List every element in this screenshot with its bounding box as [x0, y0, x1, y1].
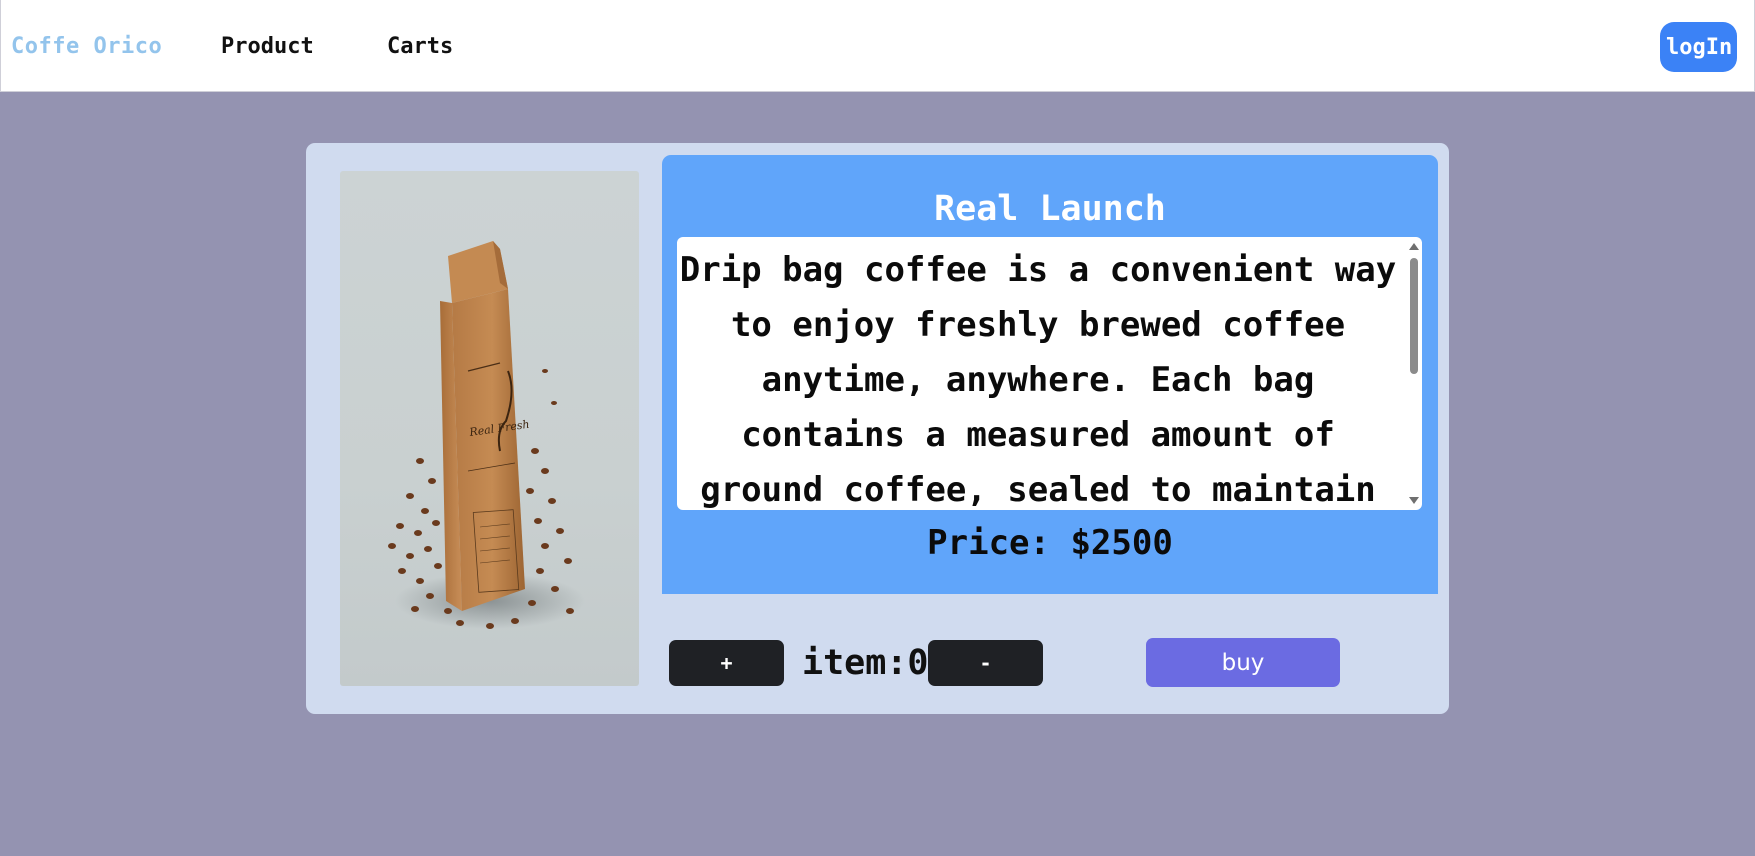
coffee-bag-illustration: Real Fresh [388, 241, 585, 629]
increase-quantity-button[interactable]: + [669, 640, 784, 686]
product-title: Real Launch [934, 189, 1166, 229]
nav-link-product[interactable]: Product [221, 34, 314, 59]
product-description: Drip bag coffee is a convenient way to e… [679, 250, 1397, 510]
scroll-down-arrow-icon[interactable] [1409, 497, 1419, 504]
item-count: item:0 [802, 643, 929, 683]
nav-link-carts[interactable]: Carts [387, 34, 453, 59]
brand-logo-link[interactable]: Coffe Orico [11, 34, 162, 59]
description-box[interactable]: Drip bag coffee is a convenient way to e… [677, 237, 1422, 510]
description-scrollbar[interactable] [1406, 237, 1422, 510]
product-info-panel: Real Launch Drip bag coffee is a conveni… [662, 155, 1438, 594]
product-card: Real Fresh Real Launch Drip bag coffee i… [306, 143, 1449, 714]
scrollbar-thumb[interactable] [1410, 258, 1418, 374]
navbar: Coffe Orico Product Carts logIn [0, 0, 1755, 92]
product-price: Price: $2500 [927, 523, 1173, 563]
product-image: Real Fresh [340, 171, 639, 686]
decrease-quantity-button[interactable]: - [928, 640, 1043, 686]
login-button[interactable]: logIn [1660, 22, 1737, 72]
scroll-up-arrow-icon[interactable] [1409, 243, 1419, 250]
buy-button[interactable]: buy [1146, 638, 1340, 687]
